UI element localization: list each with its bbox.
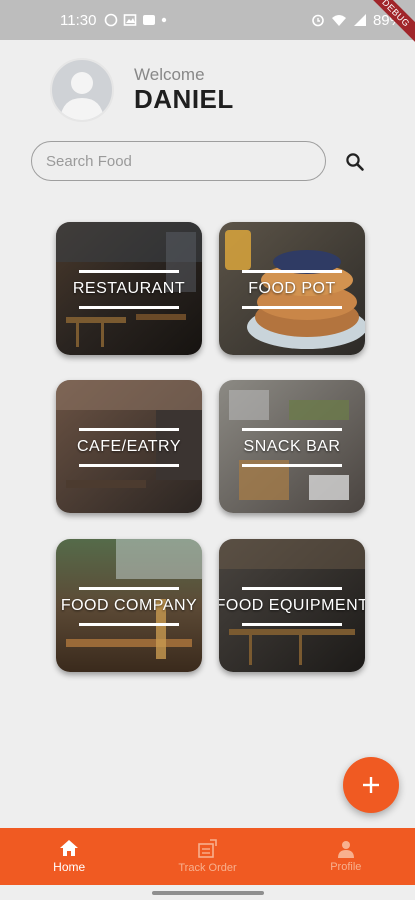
nav-home[interactable]: Home xyxy=(0,828,138,885)
status-time: 11:30 xyxy=(60,11,97,29)
signal-icon xyxy=(353,14,366,26)
avatar[interactable] xyxy=(50,58,114,122)
nav-profile[interactable]: Profile xyxy=(277,828,415,885)
wifi-icon xyxy=(331,15,346,26)
nav-home-label: Home xyxy=(53,860,86,874)
home-indicator[interactable] xyxy=(152,891,264,895)
alarm-icon xyxy=(312,14,324,27)
dot-icon xyxy=(162,17,167,23)
plus-icon xyxy=(363,777,379,793)
category-card-cafe-eatry[interactable]: CAFE/EATRY xyxy=(56,380,202,513)
category-card-food-equipment[interactable]: FOOD EQUIPMENT xyxy=(219,539,365,672)
home-icon xyxy=(60,840,79,856)
label-bar-top xyxy=(79,270,179,273)
category-card-food-pot[interactable]: FOOD POT xyxy=(219,222,365,355)
label-bar-bottom xyxy=(242,464,342,467)
category-label: SNACK BAR xyxy=(243,438,341,455)
user-name: DANIEL xyxy=(134,84,234,114)
status-bar: 11:30 89% DEBUG xyxy=(0,0,415,50)
bottom-navigation: Home Track Order Profile xyxy=(0,828,415,885)
nav-profile-label: Profile xyxy=(330,861,362,873)
category-card-snack-bar[interactable]: SNACK BAR xyxy=(219,380,365,513)
category-card-restaurant[interactable]: RESTAURANT xyxy=(56,222,202,355)
person-icon xyxy=(337,841,354,858)
person-placeholder-icon xyxy=(60,72,104,120)
search-input[interactable] xyxy=(31,141,326,181)
nav-track-order[interactable]: Track Order xyxy=(138,828,276,885)
category-label: FOOD POT xyxy=(248,280,336,297)
profile-header: Welcome DANIEL xyxy=(50,58,234,122)
notification-icons xyxy=(104,13,167,27)
label-bar-top xyxy=(79,587,179,590)
category-label: FOOD EQUIPMENT xyxy=(219,597,365,614)
category-label: FOOD COMPANY xyxy=(60,597,198,614)
greeting: Welcome DANIEL xyxy=(134,65,234,115)
category-label: CAFE/EATRY xyxy=(77,438,181,455)
search-icon[interactable] xyxy=(343,150,367,174)
label-bar-bottom xyxy=(79,306,179,309)
mail-icon xyxy=(143,15,156,25)
label-bar-top xyxy=(242,270,342,273)
label-bar-bottom xyxy=(242,623,342,626)
nav-track-order-label: Track Order xyxy=(178,862,237,874)
label-bar-bottom xyxy=(242,306,342,309)
receipt-icon xyxy=(198,839,218,858)
add-button[interactable] xyxy=(343,757,399,813)
label-bar-bottom xyxy=(79,623,179,626)
label-bar-top xyxy=(242,428,342,431)
category-label: RESTAURANT xyxy=(72,280,186,297)
welcome-text: Welcome xyxy=(134,65,205,84)
label-bar-bottom xyxy=(79,464,179,467)
whatsapp-icon xyxy=(105,13,118,27)
label-bar-top xyxy=(79,428,179,431)
category-card-food-company[interactable]: FOOD COMPANY xyxy=(56,539,202,672)
label-bar-top xyxy=(242,587,342,590)
image-icon xyxy=(124,14,137,26)
